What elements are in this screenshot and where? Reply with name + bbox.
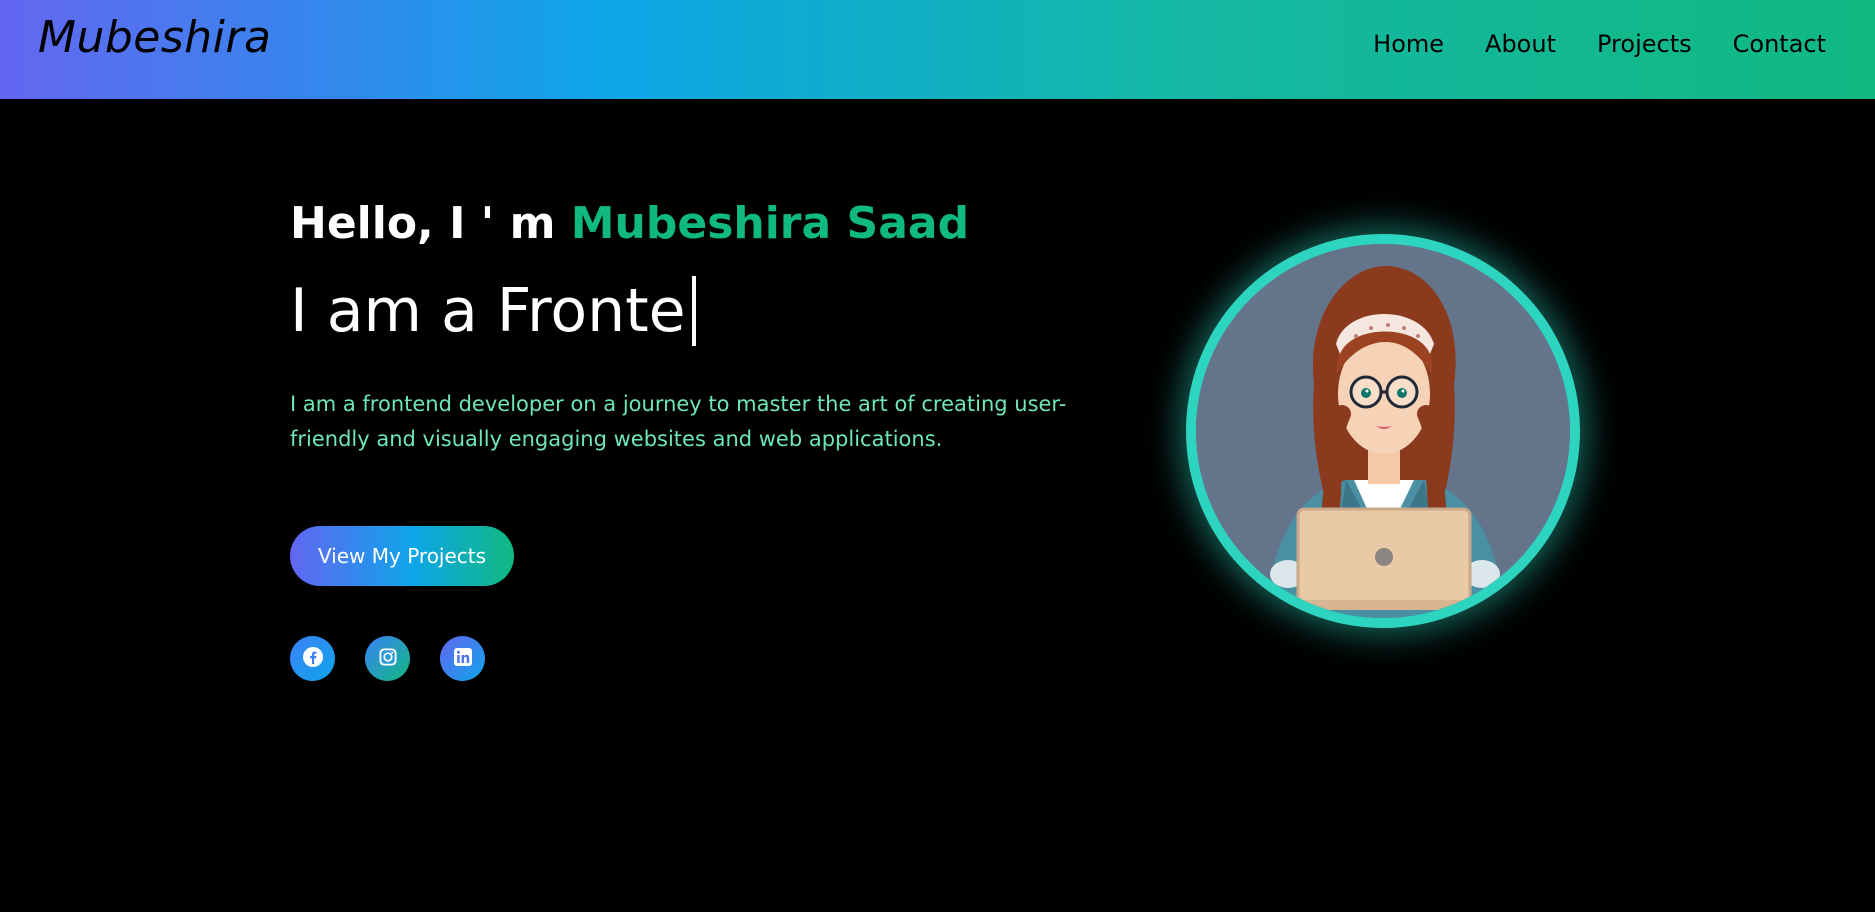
linkedin-link[interactable] xyxy=(440,636,485,681)
typed-role-text: I am a Fronte xyxy=(290,276,686,346)
nav-link-contact[interactable]: Contact xyxy=(1733,30,1826,58)
hero-section: Hello, I ' m Mubeshira Saad I am a Front… xyxy=(290,195,1110,681)
hero-description: I am a frontend developer on a journey t… xyxy=(290,392,1067,451)
typing-caret xyxy=(691,276,696,346)
nav-links: Home About Projects Contact xyxy=(1373,30,1826,58)
typed-role-line: I am a Fronte xyxy=(290,275,1110,347)
greeting-name: Mubeshira Saad xyxy=(570,198,970,249)
view-projects-button[interactable]: View My Projects xyxy=(290,526,514,586)
site-logo[interactable]: Mubeshira xyxy=(38,12,271,63)
instagram-link[interactable] xyxy=(365,636,410,681)
instagram-icon xyxy=(377,646,399,672)
nav-link-about[interactable]: About xyxy=(1485,30,1556,58)
nav-link-projects[interactable]: Projects xyxy=(1597,30,1692,58)
nav-link-home[interactable]: Home xyxy=(1373,30,1444,58)
facebook-link[interactable] xyxy=(290,636,335,681)
navbar: Mubeshira Home About Projects Contact xyxy=(0,0,1875,99)
linkedin-icon xyxy=(452,646,474,672)
greeting-prefix: Hello, I ' m xyxy=(290,198,556,249)
social-links xyxy=(290,636,1110,681)
facebook-icon xyxy=(302,646,324,672)
profile-avatar xyxy=(1186,234,1580,628)
avatar-illustration xyxy=(1196,244,1570,618)
hero-greeting: Hello, I ' m Mubeshira Saad xyxy=(290,195,1110,253)
